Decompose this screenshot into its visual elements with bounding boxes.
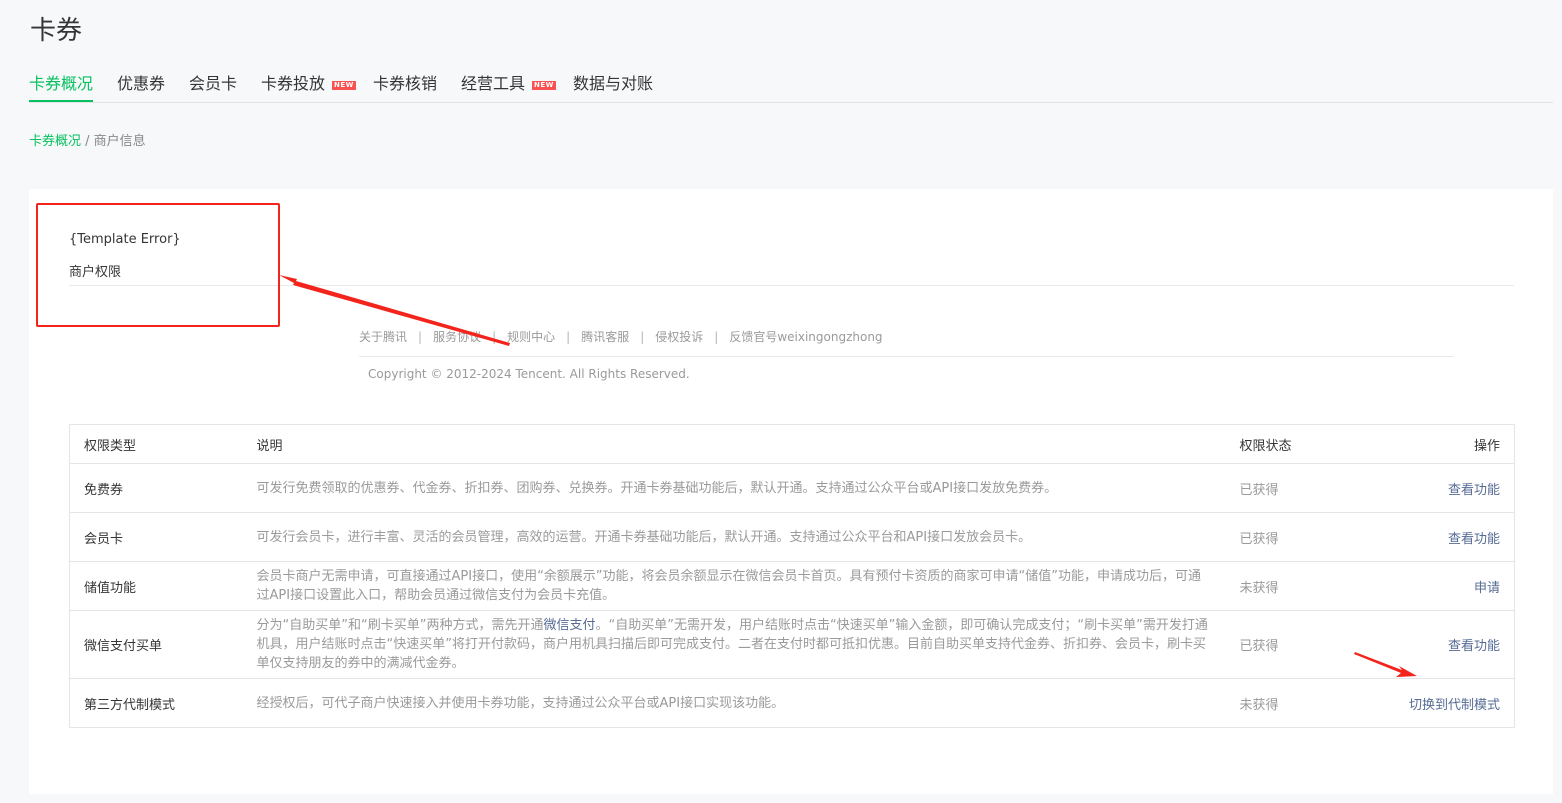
description-text: 分为“自助买单”和“刷卡买单”两种方式，需先开通 [256,618,544,633]
footer-divider [359,356,1454,357]
permission-description: 经授权后，可代子商户快速接入并使用卡券功能，支持通过公众平台或API接口实现该功… [242,678,1226,728]
breadcrumb-current: 商户信息 [93,134,146,149]
column-header: 权限类型 [69,424,243,464]
table-row: 会员卡 可发行会员卡，进行丰富、灵活的会员管理，高效的运营。开通卡券基础功能后，… [69,512,1515,562]
tab-label: 卡券核销 [373,74,438,93]
switch-to-agent-mode-link[interactable]: 切换到代制模式 [1409,698,1500,713]
wechat-pay-link[interactable]: 微信支付 [543,618,595,633]
footer-link-service-agreement[interactable]: 服务协议 [433,330,481,344]
action-cell: 查看功能 [1359,610,1515,679]
footer-separator: | [492,330,497,344]
footer-separator: | [418,330,423,344]
footer-link-customer-service[interactable]: 腾讯客服 [581,330,629,344]
permission-status: 已获得 [1225,463,1360,513]
tab-label: 优惠券 [117,74,166,93]
permission-type: 储值功能 [69,561,243,611]
new-badge: NEW [332,81,356,90]
action-cell: 切换到代制模式 [1359,678,1515,728]
table-row: 第三方代制模式 经授权后，可代子商户快速接入并使用卡券功能，支持通过公众平台或A… [69,678,1515,728]
new-badge: NEW [532,81,556,90]
tab-label: 数据与对账 [573,74,654,93]
table-row: 免费券 可发行免费领取的优惠券、代金券、折扣券、团购券、兑换券。开通卡券基础功能… [69,463,1515,513]
tab-label: 卡券投放 [261,74,326,93]
breadcrumb-parent-link[interactable]: 卡券概况 [29,134,81,149]
tab-member-card[interactable]: 会员卡 [189,70,237,94]
permission-type: 第三方代制模式 [69,678,243,728]
permission-description: 可发行会员卡，进行丰富、灵活的会员管理，高效的运营。开通卡券基础功能后，默认开通… [242,512,1226,562]
permission-table: 权限类型 说明 权限状态 操作 免费券 可发行免费领取的优惠券、代金券、折扣券、… [69,424,1515,728]
permission-type: 微信支付买单 [69,610,243,679]
tab-business-tools[interactable]: 经营工具 NEW [461,70,556,94]
apply-link[interactable]: 申请 [1474,581,1500,596]
footer-separator: | [714,330,719,344]
tab-card-distribution[interactable]: 卡券投放 NEW [261,70,356,94]
tab-data-reconciliation[interactable]: 数据与对账 [573,70,653,94]
permission-description: 可发行免费领取的优惠券、代金券、折扣券、团购券、兑换券。开通卡券基础功能后，默认… [242,463,1226,513]
view-features-link[interactable]: 查看功能 [1448,532,1500,547]
permission-type: 会员卡 [69,512,243,562]
permission-description: 分为“自助买单”和“刷卡买单”两种方式，需先开通微信支付。“自助买单”无需开发，… [242,610,1226,679]
footer-link-about[interactable]: 关于腾讯 [359,330,407,344]
permission-status: 已获得 [1225,610,1360,679]
page-title: 卡券 [30,16,83,46]
tab-card-verification[interactable]: 卡券核销 [373,70,437,94]
table-row: 微信支付买单 分为“自助买单”和“刷卡买单”两种方式，需先开通微信支付。“自助买… [69,610,1515,679]
table-header-row: 权限类型 说明 权限状态 操作 [69,424,1515,464]
copyright: Copyright © 2012-2024 Tencent. All Right… [368,367,690,381]
view-features-link[interactable]: 查看功能 [1448,483,1500,498]
action-cell: 查看功能 [1359,512,1515,562]
tab-bar: 卡券概况 优惠券 会员卡 卡券投放 NEW 卡券核销 经营工具 NEW 数据与对账 [29,62,1553,103]
permission-description: 会员卡商户无需申请，可直接通过API接口，使用“余额展示”功能，将会员余额显示在… [242,561,1226,611]
divider [69,285,1514,286]
breadcrumb-separator: / [81,134,94,149]
action-cell: 申请 [1359,561,1515,611]
permission-status: 未获得 [1225,561,1360,611]
annotation-highlight-box [36,203,280,327]
footer-link-infringement[interactable]: 侵权投诉 [655,330,703,344]
tab-coupons[interactable]: 优惠券 [117,70,165,94]
tab-card-overview[interactable]: 卡券概况 [29,70,94,102]
footer-links: 关于腾讯 | 服务协议 | 规则中心 | 腾讯客服 | 侵权投诉 | 反馈官号weixingongz… [359,328,883,345]
permission-status: 已获得 [1225,512,1360,562]
tab-label: 经营工具 [461,74,526,93]
column-header: 说明 [242,424,1226,464]
footer-link-feedback[interactable]: 反馈官号weixingongzhong [729,330,882,344]
tab-label: 会员卡 [189,74,238,93]
column-header: 权限状态 [1225,424,1360,464]
breadcrumb: 卡券概况 / 商户信息 [29,130,146,149]
view-features-link[interactable]: 查看功能 [1448,639,1500,654]
permission-type: 免费券 [69,463,243,513]
footer-separator: | [640,330,645,344]
footer-link-rules-center[interactable]: 规则中心 [507,330,555,344]
footer-separator: | [566,330,571,344]
column-header: 操作 [1359,424,1515,464]
tab-label: 卡券概况 [29,74,94,93]
action-cell: 查看功能 [1359,463,1515,513]
table-row: 储值功能 会员卡商户无需申请，可直接通过API接口，使用“余额展示”功能，将会员… [69,561,1515,611]
permission-status: 未获得 [1225,678,1360,728]
